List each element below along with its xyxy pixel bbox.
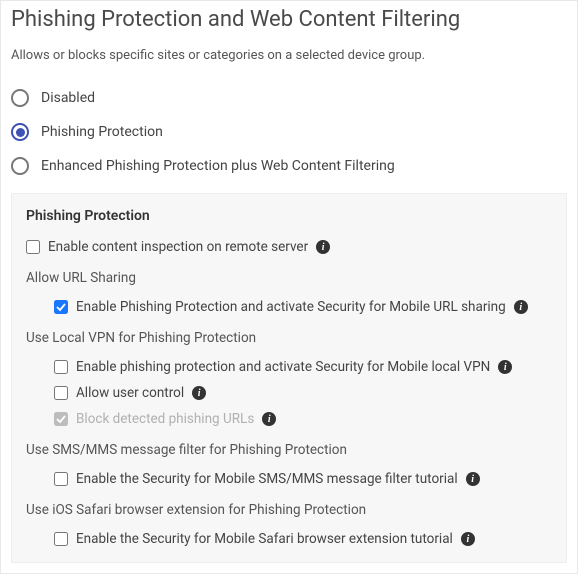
radio-label: Enhanced Phishing Protection plus Web Co… [41, 158, 395, 174]
cb-row-block-detected: Block detected phishing URLs i [26, 406, 552, 432]
cb-row-sms: Enable the Security for Mobile SMS/MMS m… [26, 466, 552, 492]
info-icon[interactable]: i [498, 360, 512, 374]
checkbox-url-sharing[interactable] [54, 300, 68, 314]
section-safari: Use iOS Safari browser extension for Phi… [26, 502, 552, 518]
phishing-protection-panel: Phishing Protection Enable content inspe… [11, 193, 567, 563]
radio-disabled[interactable]: Disabled [11, 81, 567, 115]
info-icon[interactable]: i [466, 472, 480, 486]
radio-icon [11, 157, 29, 175]
checkbox-safari-tutorial[interactable] [54, 532, 68, 546]
cb-row-content-inspection: Enable content inspection on remote serv… [26, 234, 552, 260]
radio-icon [11, 123, 29, 141]
radio-label: Phishing Protection [41, 124, 163, 140]
settings-page: Phishing Protection and Web Content Filt… [0, 0, 578, 574]
checkbox-block-detected [54, 412, 68, 426]
checkbox-label: Enable content inspection on remote serv… [48, 239, 308, 255]
section-local-vpn: Use Local VPN for Phishing Protection [26, 330, 552, 346]
checkbox-label: Enable the Security for Mobile SMS/MMS m… [76, 471, 458, 487]
page-title: Phishing Protection and Web Content Filt… [11, 7, 567, 32]
checkbox-label: Enable Phishing Protection and activate … [76, 299, 506, 315]
checkbox-content-inspection[interactable] [26, 240, 40, 254]
panel-title: Phishing Protection [26, 208, 552, 224]
radio-enhanced[interactable]: Enhanced Phishing Protection plus Web Co… [11, 149, 567, 183]
checkbox-user-control[interactable] [54, 386, 68, 400]
info-icon[interactable]: i [461, 532, 475, 546]
checkbox-sms-tutorial[interactable] [54, 472, 68, 486]
checkbox-label: Allow user control [76, 385, 184, 401]
cb-row-user-control: Allow user control i [26, 380, 552, 406]
info-icon[interactable]: i [514, 300, 528, 314]
section-url-sharing: Allow URL Sharing [26, 270, 552, 286]
cb-row-url-sharing: Enable Phishing Protection and activate … [26, 294, 552, 320]
section-sms: Use SMS/MMS message filter for Phishing … [26, 442, 552, 458]
radio-phishing-protection[interactable]: Phishing Protection [11, 115, 567, 149]
checkbox-label: Enable the Security for Mobile Safari br… [76, 531, 453, 547]
page-description: Allows or blocks specific sites or categ… [11, 48, 567, 63]
checkbox-label: Enable phishing protection and activate … [76, 359, 490, 375]
info-icon[interactable]: i [262, 412, 276, 426]
info-icon[interactable]: i [192, 386, 206, 400]
checkbox-label: Block detected phishing URLs [76, 411, 254, 427]
radio-icon [11, 89, 29, 107]
cb-row-local-vpn: Enable phishing protection and activate … [26, 354, 552, 380]
checkbox-local-vpn[interactable] [54, 360, 68, 374]
radio-label: Disabled [41, 90, 95, 106]
info-icon[interactable]: i [316, 240, 330, 254]
cb-row-safari: Enable the Security for Mobile Safari br… [26, 526, 552, 552]
